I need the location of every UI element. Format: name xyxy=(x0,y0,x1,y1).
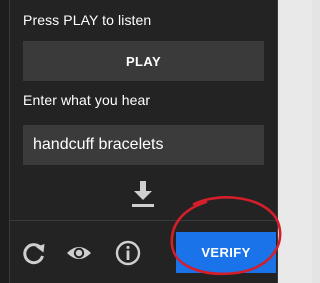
verify-button[interactable]: VERIFY xyxy=(176,232,276,273)
info-icon[interactable] xyxy=(115,240,141,266)
play-button[interactable]: PLAY xyxy=(23,41,264,81)
audio-response-input[interactable] xyxy=(23,125,264,165)
page-backdrop-left xyxy=(0,0,9,283)
reload-icon[interactable] xyxy=(21,240,47,266)
answer-instruction: Enter what you hear xyxy=(23,92,151,108)
download-icon[interactable] xyxy=(131,180,155,208)
play-instruction: Press PLAY to listen xyxy=(23,12,152,28)
footer-divider xyxy=(10,220,277,221)
page-backdrop-right xyxy=(312,0,320,283)
eye-icon[interactable] xyxy=(66,240,92,266)
audio-captcha-panel: Press PLAY to listen PLAY Enter what you… xyxy=(9,0,278,283)
